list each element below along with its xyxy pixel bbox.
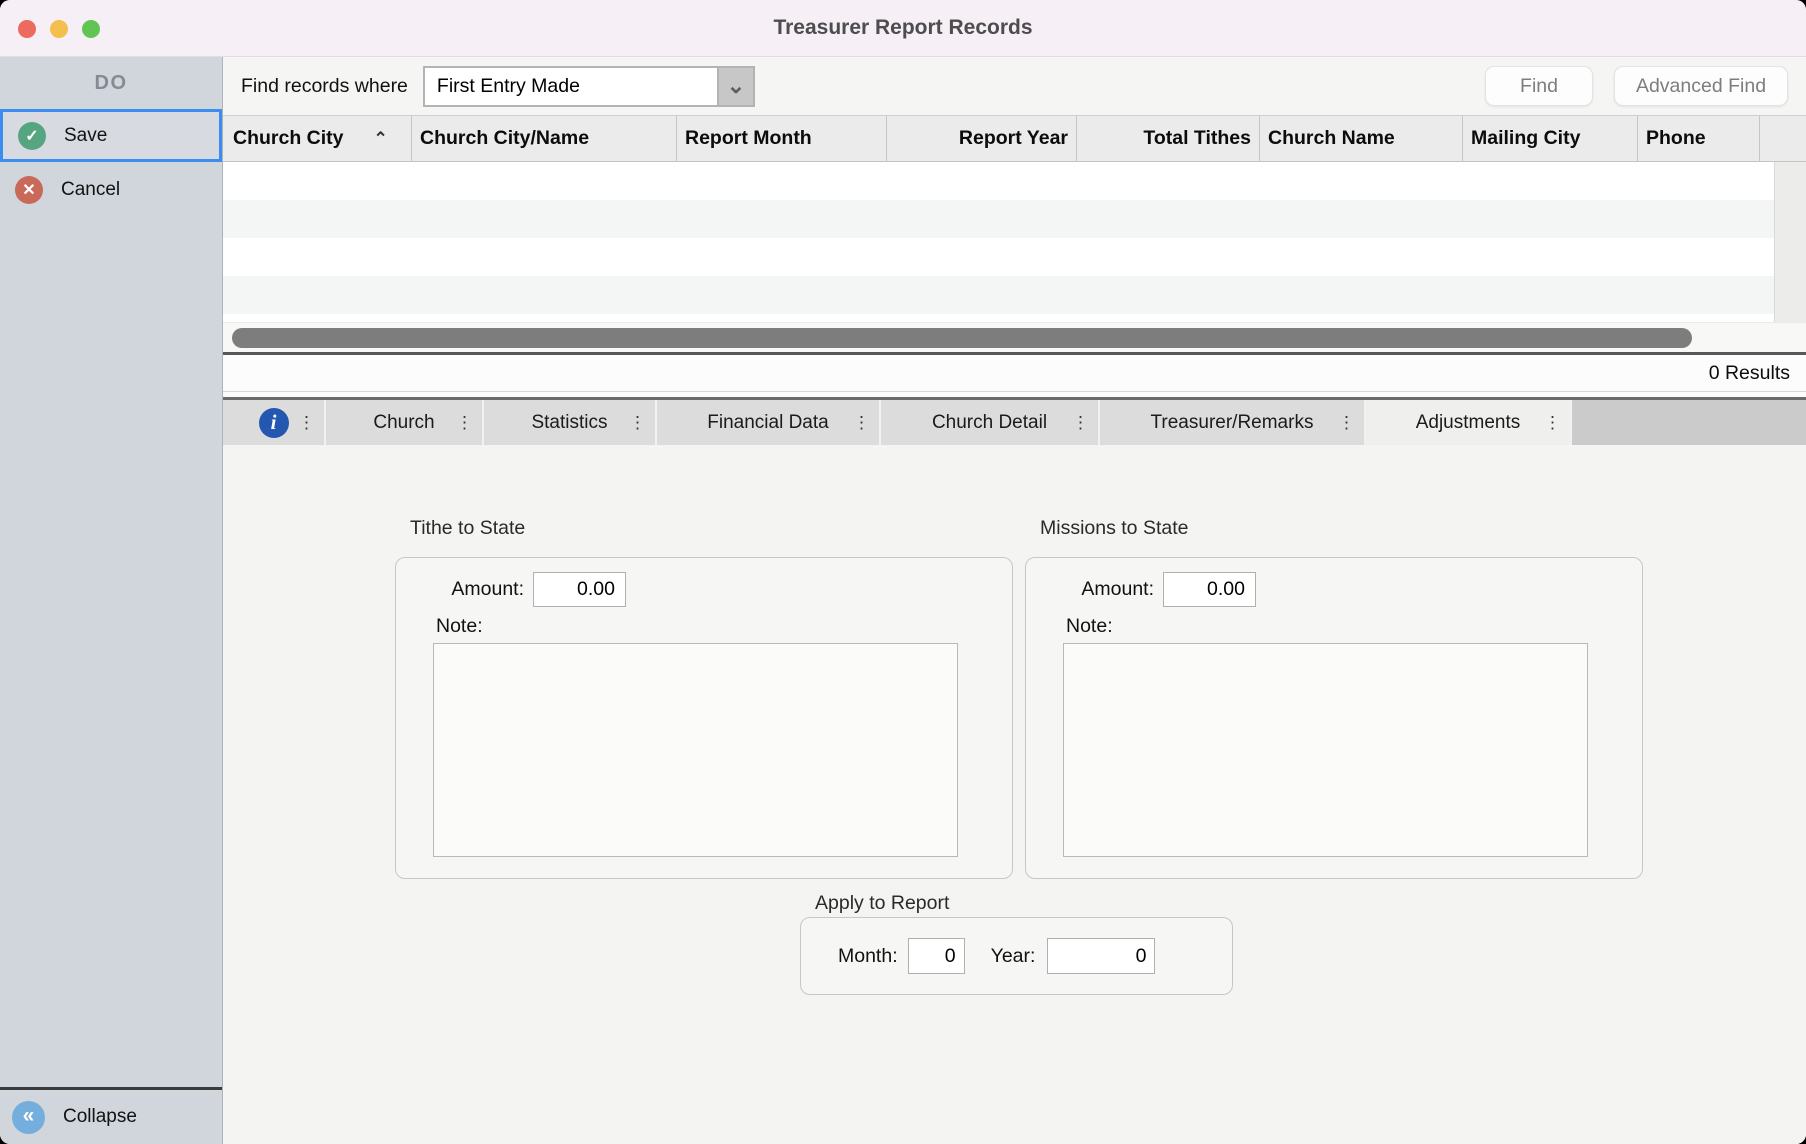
minimize-button[interactable] [50, 20, 68, 38]
adjustments-panel: Tithe to State Amount: Note: Missions to… [223, 445, 1806, 1144]
table-header: Church City ⌃ Church City/Name Report Mo… [223, 115, 1806, 162]
column-label: Mailing City [1471, 127, 1580, 150]
horizontal-scrollbar-track [223, 322, 1806, 352]
find-criteria-dropdown[interactable]: First Entry Made ⌄ [423, 66, 755, 107]
column-header-phone[interactable]: Phone [1638, 116, 1760, 161]
tab-label: Church [373, 412, 434, 434]
tithe-to-state-title: Tithe to State [410, 517, 525, 540]
column-label: Report Year [959, 127, 1068, 150]
tithe-amount-label: Amount: [424, 578, 524, 601]
vertical-scrollbar-track[interactable] [1774, 162, 1806, 322]
missions-amount-label: Amount: [1054, 578, 1154, 601]
sidebar-header: DO [0, 57, 222, 107]
titlebar: Treasurer Report Records [0, 0, 1806, 57]
dropdown-chevron-icon[interactable]: ⌄ [717, 68, 753, 105]
tab-bar: i ⋮ Church ⋮ Statistics ⋮ Financial Data… [223, 400, 1806, 445]
table-body-empty-rows [223, 162, 1774, 322]
tithe-to-state-group: Amount: Note: [395, 557, 1013, 879]
column-label: Phone [1646, 127, 1706, 150]
table-body-wrap [223, 162, 1806, 322]
column-header-report-month[interactable]: Report Month [677, 116, 887, 161]
fullscreen-button[interactable] [82, 20, 100, 38]
results-count: 0 Results [1709, 362, 1790, 385]
collapse-chevrons-icon: « [12, 1101, 45, 1134]
tab-menu-dots-icon[interactable]: ⋮ [853, 413, 870, 433]
column-header-church-city-name[interactable]: Church City/Name [412, 116, 677, 161]
column-header-mailing-city[interactable]: Mailing City [1463, 116, 1638, 161]
tab-label: Church Detail [932, 412, 1047, 434]
tab-label: Treasurer/Remarks [1151, 412, 1314, 434]
tithe-note-label: Note: [436, 615, 483, 638]
tab-menu-dots-icon[interactable]: ⋮ [298, 413, 315, 433]
find-button[interactable]: Find [1485, 66, 1593, 106]
find-buttons-group: Find Advanced Find [1485, 66, 1788, 106]
column-label: Total Tithes [1143, 127, 1251, 150]
tab-menu-dots-icon[interactable]: ⋮ [629, 413, 646, 433]
column-header-church-name[interactable]: Church Name [1260, 116, 1463, 161]
tab-financial-data[interactable]: Financial Data ⋮ [657, 400, 881, 445]
sidebar: DO ✓ Save ✕ Cancel « Collapse [0, 57, 223, 1144]
tab-treasurer-remarks[interactable]: Treasurer/Remarks ⋮ [1100, 400, 1366, 445]
tab-church[interactable]: Church ⋮ [326, 400, 484, 445]
collapse-button[interactable]: « Collapse [0, 1087, 222, 1144]
tithe-amount-field[interactable] [533, 572, 626, 607]
apply-to-report-title: Apply to Report [815, 892, 949, 915]
missions-note-label: Note: [1066, 615, 1113, 638]
save-label: Save [64, 125, 107, 147]
column-label: Church City [233, 127, 344, 150]
missions-to-state-title: Missions to State [1040, 517, 1188, 540]
traffic-lights [18, 0, 100, 57]
column-label: Report Month [685, 127, 812, 150]
tab-label: Adjustments [1416, 412, 1521, 434]
month-label: Month: [838, 945, 898, 968]
tabbar-filler [1572, 400, 1806, 445]
column-label: Church City/Name [420, 127, 589, 150]
advanced-find-button[interactable]: Advanced Find [1614, 66, 1788, 106]
column-label: Church Name [1268, 127, 1395, 150]
tab-church-detail[interactable]: Church Detail ⋮ [881, 400, 1100, 445]
tab-label: Financial Data [707, 412, 828, 434]
column-header-report-year[interactable]: Report Year [887, 116, 1077, 161]
missions-amount-field[interactable] [1163, 572, 1256, 607]
tab-menu-dots-icon[interactable]: ⋮ [1544, 413, 1561, 433]
year-label: Year: [991, 945, 1036, 968]
app-window: Treasurer Report Records DO ✓ Save ✕ Can… [0, 0, 1806, 1144]
cancel-label: Cancel [61, 179, 120, 201]
tab-menu-dots-icon[interactable]: ⋮ [1338, 413, 1355, 433]
results-bar: 0 Results [223, 355, 1806, 392]
close-button[interactable] [18, 20, 36, 38]
tab-menu-dots-icon[interactable]: ⋮ [1072, 413, 1089, 433]
missions-to-state-group: Amount: Note: [1025, 557, 1643, 879]
column-header-total-tithes[interactable]: Total Tithes [1077, 116, 1260, 161]
tab-label: Statistics [531, 412, 607, 434]
column-header-church-city[interactable]: Church City ⌃ [225, 116, 412, 161]
cancel-x-icon: ✕ [15, 176, 43, 204]
month-field[interactable] [908, 938, 965, 974]
tab-info[interactable]: i ⋮ [223, 400, 326, 445]
sort-ascending-icon: ⌃ [374, 129, 388, 149]
find-bar: Find records where First Entry Made ⌄ Fi… [223, 57, 1806, 115]
find-records-where-label: Find records where [241, 75, 408, 98]
content-area: Find records where First Entry Made ⌄ Fi… [223, 57, 1806, 1144]
horizontal-scrollbar-thumb[interactable] [232, 328, 1692, 348]
table-header-stub [1760, 116, 1806, 161]
collapse-label: Collapse [63, 1106, 137, 1128]
tithe-note-field[interactable] [433, 643, 958, 857]
tab-adjustments[interactable]: Adjustments ⋮ [1366, 400, 1572, 445]
tab-menu-dots-icon[interactable]: ⋮ [456, 413, 473, 433]
save-check-icon: ✓ [18, 122, 46, 150]
missions-note-field[interactable] [1063, 643, 1588, 857]
dropdown-selected-value: First Entry Made [425, 68, 717, 105]
year-field[interactable] [1047, 938, 1155, 974]
tab-statistics[interactable]: Statistics ⋮ [484, 400, 657, 445]
sidebar-spacer [0, 215, 222, 1087]
window-title: Treasurer Report Records [0, 16, 1806, 40]
cancel-button[interactable]: ✕ Cancel [0, 165, 222, 215]
window-body: DO ✓ Save ✕ Cancel « Collapse Find recor… [0, 57, 1806, 1144]
save-button[interactable]: ✓ Save [0, 109, 222, 162]
info-icon[interactable]: i [259, 408, 289, 438]
apply-to-report-group: Month: Year: [800, 917, 1233, 995]
